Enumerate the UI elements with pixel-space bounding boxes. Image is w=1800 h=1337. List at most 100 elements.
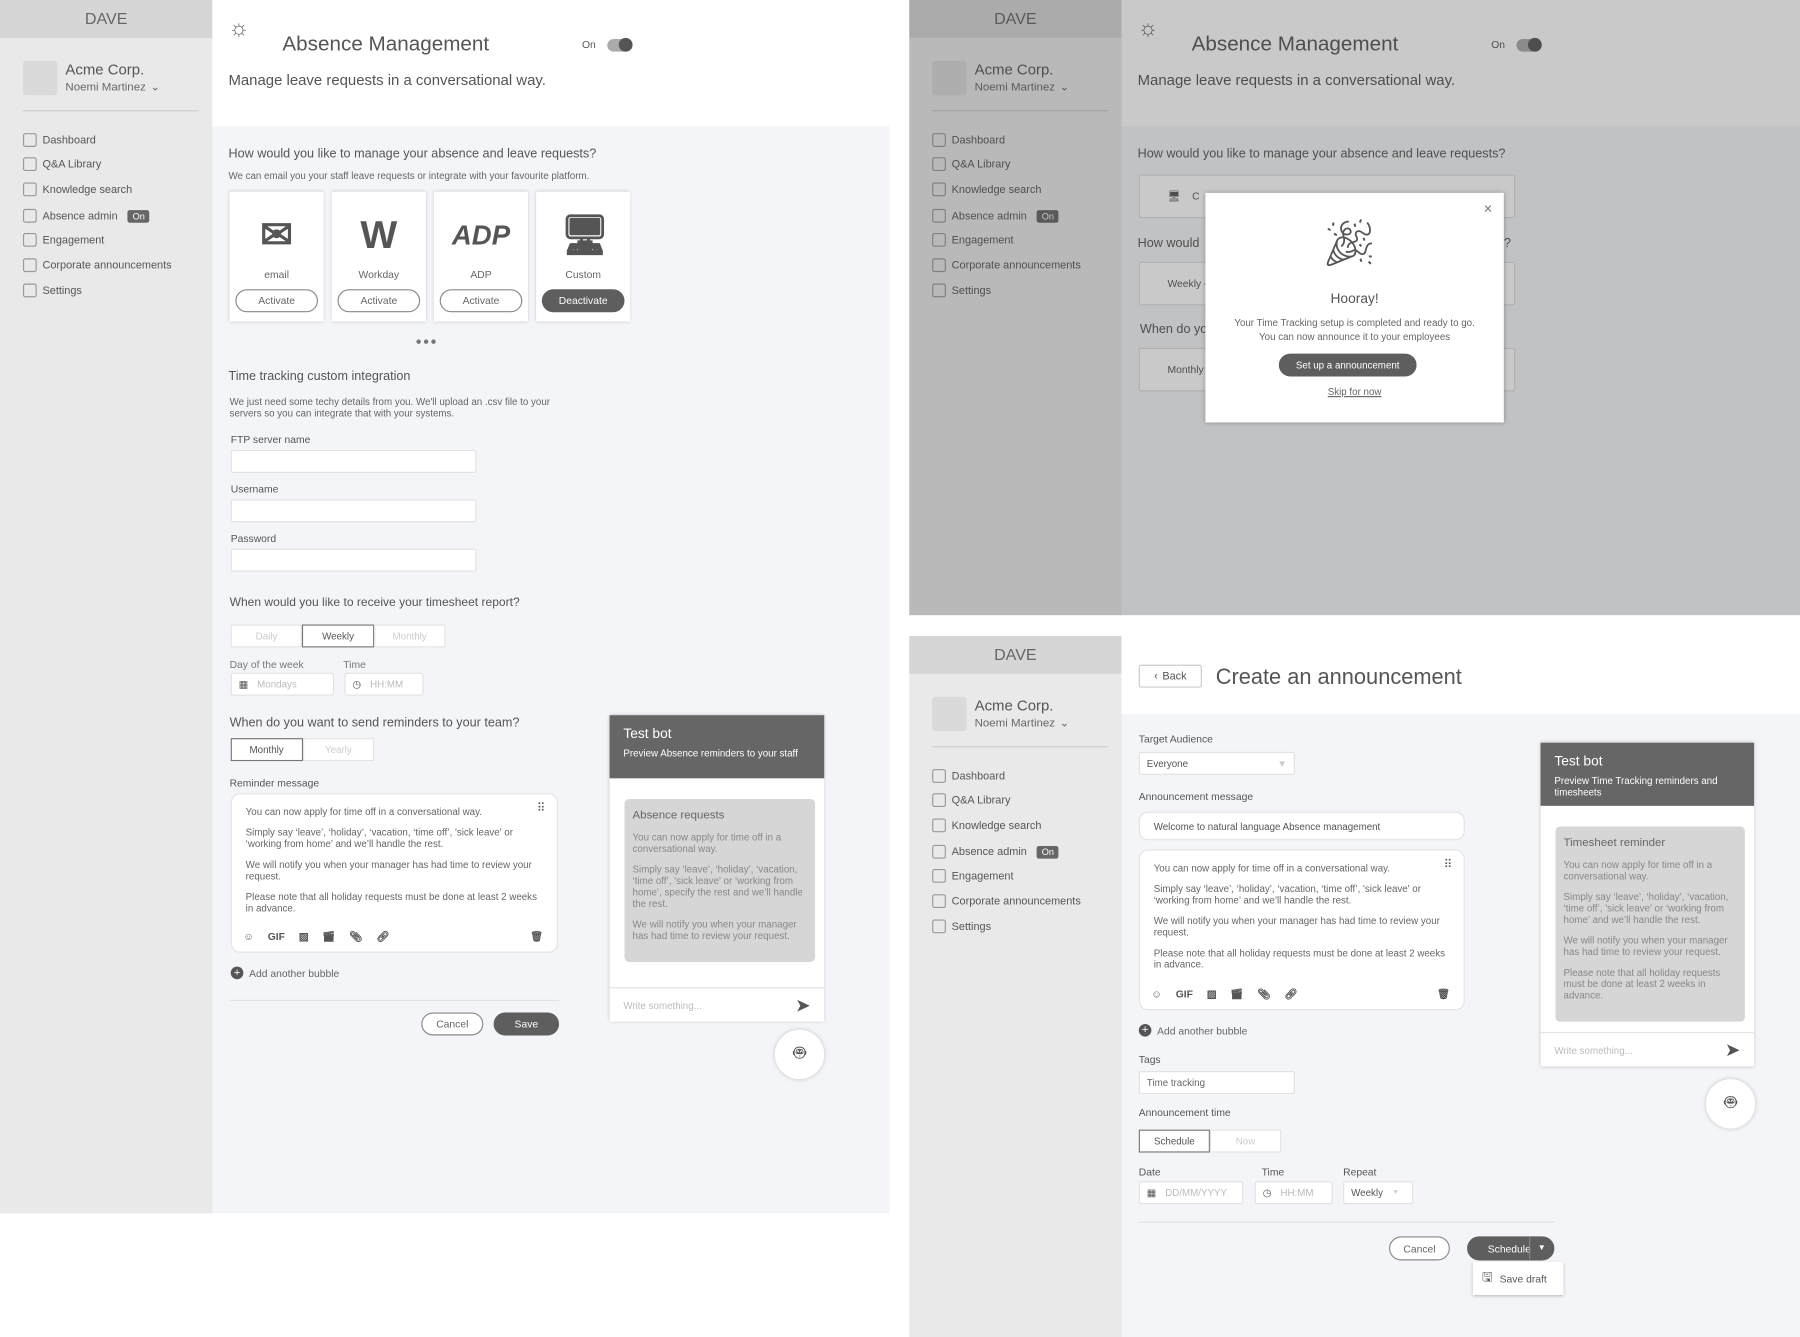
date-input[interactable]: ▦ DD/MM/YYYY <box>1138 1181 1244 1205</box>
gif-button[interactable]: GIF <box>1176 988 1193 999</box>
image-icon[interactable]: ▨ <box>299 931 309 942</box>
time-label: Time <box>343 658 366 671</box>
create-announcement-screen: DAVE Acme Corp. Noemi Martinez ⌄ Dashboard Q&… <box>909 635 1800 1337</box>
page-header <box>212 0 890 127</box>
absence-toggle[interactable] <box>607 37 633 52</box>
drag-handle-icon[interactable]: ⠿ <box>1444 859 1452 871</box>
user-menu[interactable]: Noemi Martinez ⌄ <box>65 82 160 95</box>
schedule-button[interactable]: Schedule ▼ <box>1467 1236 1555 1261</box>
image-icon[interactable]: ▨ <box>1207 988 1217 999</box>
sidebar-item-dashboard[interactable]: Dashboard <box>932 768 1005 784</box>
sidebar-item-engagement[interactable]: Engagement <box>932 868 1014 884</box>
emoji-icon[interactable]: ☺ <box>1151 988 1162 999</box>
user-name: Noemi Martinez <box>65 81 146 95</box>
cancel-button[interactable]: Cancel <box>421 1012 484 1036</box>
message-paragraph: We will notify you when your manager has… <box>1153 914 1440 938</box>
segment-schedule[interactable]: Schedule <box>1138 1129 1210 1153</box>
sidebar-item-absence-admin[interactable]: Absence admin On <box>22 208 150 224</box>
gif-button[interactable]: GIF <box>268 931 285 942</box>
status-badge: On <box>127 209 150 223</box>
ftp-server-input[interactable] <box>230 450 477 473</box>
emoji-icon[interactable]: ☺ <box>243 931 254 942</box>
announcement-time-label: Announcement time <box>1138 1106 1231 1119</box>
trash-icon[interactable]: 🗑︎ <box>1437 988 1450 999</box>
save-button[interactable]: Save <box>493 1012 560 1036</box>
integration-name: Workday <box>358 268 400 281</box>
sidebar-item-absence-admin[interactable]: Absence admin On <box>932 844 1059 860</box>
sidebar-item-q-a-library[interactable]: Q&A Library <box>22 156 101 172</box>
cancel-button[interactable]: Cancel <box>1389 1236 1450 1261</box>
reminder-message-editor[interactable]: You can now apply for time off in a conv… <box>230 793 558 953</box>
bubble-paragraph: You can now apply for time off in a conv… <box>632 831 782 855</box>
sidebar-item-q-a-library[interactable]: Q&A Library <box>932 792 1010 808</box>
sidebar-item-settings[interactable]: Settings <box>932 918 991 934</box>
add-bubble-button[interactable]: + Add another bubble <box>1138 1023 1248 1037</box>
link-icon[interactable]: 🔗︎ <box>376 931 389 942</box>
save-draft-menu-item[interactable]: 🖫 Save draft <box>1472 1261 1564 1295</box>
user-menu[interactable]: Noemi Martinez ⌄ <box>975 717 1070 730</box>
segment-monthly[interactable]: Monthly <box>373 624 446 648</box>
password-input[interactable] <box>230 548 477 572</box>
carousel-dots[interactable]: ●●● <box>416 335 438 346</box>
repeat-select[interactable]: Weekly ▼ <box>1343 1181 1414 1205</box>
modal-line2: You can now announce it to your employee… <box>1259 330 1451 343</box>
clock-icon: ◷ <box>352 677 361 690</box>
video-icon[interactable]: 🎬︎ <box>1230 988 1243 999</box>
reminder-frequency-segmented: Monthly Yearly <box>230 738 375 762</box>
send-icon[interactable]: ➤ <box>1725 1038 1740 1061</box>
activate-button[interactable]: Activate <box>235 289 318 313</box>
calendar-icon: ▦ <box>238 677 248 690</box>
robot-icon-button[interactable]: 🤖︎ <box>774 1029 825 1080</box>
message-label: Announcement message <box>1138 790 1254 803</box>
deactivate-button[interactable]: Deactivate <box>541 289 625 313</box>
segment-yearly[interactable]: Yearly <box>302 738 375 762</box>
link-icon[interactable]: 🔗︎ <box>1284 988 1297 999</box>
audience-select[interactable]: Everyone ▼ <box>1138 751 1295 775</box>
hooray-modal: × 🎉︎ Hooray! Your Time Tracking setup is… <box>1205 192 1504 423</box>
add-bubble-button[interactable]: + Add another bubble <box>230 966 339 980</box>
day-of-week-input[interactable]: ▦ Mondays <box>230 672 335 696</box>
announcement-body-editor[interactable]: You can now apply for time off in a conv… <box>1138 849 1465 1011</box>
attachment-icon[interactable]: 📎︎ <box>1257 988 1270 999</box>
sidebar-item-engagement[interactable]: Engagement <box>22 232 104 248</box>
announcement-message-input[interactable]: Welcome to natural language Absence mana… <box>1138 811 1465 841</box>
activate-button[interactable]: Activate <box>439 289 523 313</box>
caret-down-icon[interactable]: ▼ <box>1529 1237 1553 1260</box>
email-icon: ✉ <box>260 213 294 258</box>
trash-icon[interactable]: 🗑︎ <box>530 931 543 942</box>
robot-icon-button[interactable]: 🤖︎ <box>1705 1079 1756 1129</box>
drag-handle-icon[interactable]: ⠿ <box>537 803 545 815</box>
segment-daily[interactable]: Daily <box>230 624 303 648</box>
sidebar-item-knowledge-search[interactable]: Knowledge search <box>22 181 132 197</box>
video-icon[interactable]: 🎬︎ <box>322 931 335 942</box>
back-button[interactable]: ‹ Back <box>1138 664 1202 688</box>
sidebar-item-corporate-announcements[interactable]: Corporate announcements <box>22 257 172 273</box>
qa-library-icon <box>932 793 946 808</box>
close-icon[interactable]: × <box>1484 200 1493 217</box>
add-bubble-label: Add another bubble <box>1157 1024 1248 1037</box>
time-input[interactable]: ◷ HH:MM <box>344 672 424 696</box>
username-input[interactable] <box>230 499 477 523</box>
segment-now[interactable]: Now <box>1209 1129 1282 1153</box>
knowledge-search-icon <box>932 818 946 833</box>
time-input[interactable]: ◷ HH:MM <box>1254 1181 1333 1205</box>
sidebar: DAVE Acme Corp. Noemi Martinez ⌄ Dashboard Q&… <box>909 635 1122 1337</box>
sidebar-item-settings[interactable]: Settings <box>22 282 82 298</box>
sidebar-item-knowledge-search[interactable]: Knowledge search <box>932 817 1041 833</box>
sidebar-item-corporate-announcements[interactable]: Corporate announcements <box>932 893 1081 909</box>
caret-down-icon: ▼ <box>1277 757 1287 770</box>
bot-message-input[interactable]: Write something... ➤ <box>1540 1032 1755 1066</box>
sidebar-item-dashboard[interactable]: Dashboard <box>22 132 96 148</box>
announcement-time-segmented: Schedule Now <box>1138 1129 1282 1153</box>
segment-monthly[interactable]: Monthly <box>230 738 303 762</box>
segment-weekly[interactable]: Weekly <box>302 624 374 648</box>
skip-link[interactable]: Skip for now <box>1205 386 1503 397</box>
plus-icon: + <box>1138 1023 1152 1037</box>
attachment-icon[interactable]: 📎︎ <box>349 931 362 942</box>
tags-input[interactable]: Time tracking <box>1138 1071 1295 1095</box>
activate-button[interactable]: Activate <box>337 289 421 313</box>
reminder-question: When do you want to send reminders to yo… <box>229 716 520 731</box>
send-icon[interactable]: ➤ <box>795 994 810 1017</box>
setup-announcement-button[interactable]: Set up a announcement <box>1278 353 1417 377</box>
bot-message-input[interactable]: Write something... ➤ <box>609 987 825 1021</box>
